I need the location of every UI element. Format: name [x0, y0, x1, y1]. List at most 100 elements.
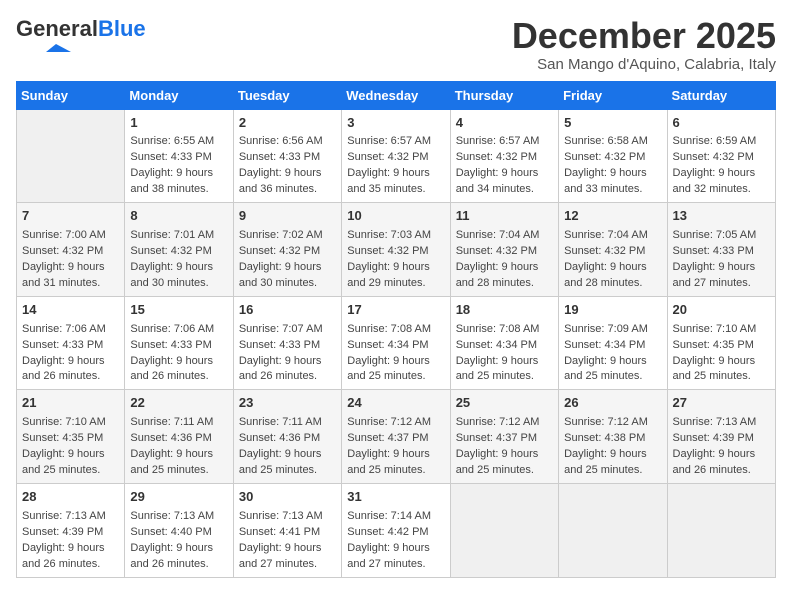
cell-info-line: Daylight: 9 hours — [239, 541, 336, 557]
day-number: 22 — [130, 394, 227, 413]
cell-info-line: and 25 minutes. — [130, 463, 227, 479]
cell-info-line: Sunset: 4:32 PM — [347, 244, 444, 260]
cell-info-line: Sunrise: 7:05 AM — [673, 228, 770, 244]
calendar-cell: 11Sunrise: 7:04 AMSunset: 4:32 PMDayligh… — [450, 203, 558, 297]
logo: General Blue — [16, 16, 146, 56]
cell-info-line: Sunrise: 7:14 AM — [347, 509, 444, 525]
cell-info-line: Sunrise: 7:06 AM — [130, 322, 227, 338]
cell-info-line: Sunset: 4:39 PM — [673, 431, 770, 447]
calendar-cell: 12Sunrise: 7:04 AMSunset: 4:32 PMDayligh… — [559, 203, 667, 297]
day-number: 31 — [347, 488, 444, 507]
cell-info-line: Daylight: 9 hours — [347, 166, 444, 182]
logo-blue: Blue — [98, 16, 146, 42]
calendar-cell — [17, 109, 125, 203]
calendar-cell: 2Sunrise: 6:56 AMSunset: 4:33 PMDaylight… — [233, 109, 341, 203]
cell-info-line: Sunset: 4:34 PM — [347, 338, 444, 354]
logo-general: General — [16, 16, 98, 42]
cell-info-line: Daylight: 9 hours — [673, 354, 770, 370]
cell-info-line: Sunrise: 7:12 AM — [564, 415, 661, 431]
calendar-week-3: 14 Sunrise: 7:06 AMSunset: 4:33 PM Dayligh… — [17, 296, 776, 390]
cell-info-line: Sunset: 4:36 PM — [239, 431, 336, 447]
day-number: 7 — [22, 207, 119, 226]
cell-info-line: Sunrise: 7:13 AM — [130, 509, 227, 525]
cell-info-line: Sunrise: 7:03 AM — [347, 228, 444, 244]
calendar-cell: 7Sunrise: 7:00 AMSunset: 4:32 PMDaylight… — [17, 203, 125, 297]
cell-info-line: and 31 minutes. — [22, 276, 119, 292]
cell-info-line: Sunrise: 7:12 AM — [347, 415, 444, 431]
cell-info-line: Sunset: 4:34 PM — [456, 338, 553, 354]
cell-info-line: and 33 minutes. — [564, 182, 661, 198]
location-subtitle: San Mango d'Aquino, Calabria, Italy — [512, 56, 776, 73]
cell-info-line: and 28 minutes. — [456, 276, 553, 292]
cell-info-line: Sunset: 4:33 PM — [239, 150, 336, 166]
calendar-week-4: 21Sunrise: 7:10 AMSunset: 4:35 PMDayligh… — [17, 390, 776, 484]
cell-info-line: Sunrise: 6:57 AM — [456, 134, 553, 150]
calendar-cell: 6Sunrise: 6:59 AMSunset: 4:32 PMDaylight… — [667, 109, 775, 203]
month-title: December 2025 — [512, 16, 776, 56]
calendar-cell: 19 Sunrise: 7:09 AMSunset: 4:34 PMDayligh… — [559, 296, 667, 390]
cell-info-line: and 25 minutes. — [22, 463, 119, 479]
calendar-cell: 10Sunrise: 7:03 AMSunset: 4:32 PMDayligh… — [342, 203, 450, 297]
calendar-cell: 5Sunrise: 6:58 AMSunset: 4:32 PMDaylight… — [559, 109, 667, 203]
cell-info-line: Sunset: 4:41 PM — [239, 525, 336, 541]
day-number: 3 — [347, 114, 444, 133]
day-number: 16 — [239, 301, 336, 320]
cell-info-line: Daylight: 9 hours — [347, 260, 444, 276]
day-number: 26 — [564, 394, 661, 413]
day-number: 15 — [130, 301, 227, 320]
weekday-row: SundayMondayTuesdayWednesdayThursdayFrid… — [17, 81, 776, 109]
cell-info-line: and 32 minutes. — [673, 182, 770, 198]
day-number: 1 — [130, 114, 227, 133]
weekday-header-saturday: Saturday — [667, 81, 775, 109]
day-number: 27 — [673, 394, 770, 413]
cell-info-line: and 25 minutes. — [456, 369, 553, 385]
cell-info-line: Daylight: 9 hours — [456, 354, 553, 370]
weekday-header-friday: Friday — [559, 81, 667, 109]
cell-info-line: Sunset: 4:32 PM — [456, 244, 553, 260]
cell-info-line: Sunrise: 7:07 AM — [239, 322, 336, 338]
cell-info-line: Daylight: 9 hours — [130, 166, 227, 182]
calendar-cell: 23Sunrise: 7:11 AMSunset: 4:36 PMDayligh… — [233, 390, 341, 484]
cell-info-line: Sunrise: 6:56 AM — [239, 134, 336, 150]
cell-info-line: Daylight: 9 hours — [456, 447, 553, 463]
cell-info-line: Daylight: 9 hours — [564, 354, 661, 370]
cell-info-line: Sunrise: 7:13 AM — [22, 509, 119, 525]
calendar-cell: 3Sunrise: 6:57 AMSunset: 4:32 PMDaylight… — [342, 109, 450, 203]
day-number: 14 — [22, 301, 119, 320]
cell-info-line: Daylight: 9 hours — [347, 447, 444, 463]
day-number: 19 — [564, 301, 661, 320]
cell-info-line: Sunset: 4:33 PM — [130, 338, 227, 354]
cell-info-line: and 25 minutes. — [239, 463, 336, 479]
cell-info-line: and 34 minutes. — [456, 182, 553, 198]
day-number: 29 — [130, 488, 227, 507]
cell-info-line: Daylight: 9 hours — [130, 260, 227, 276]
cell-info-line: and 27 minutes. — [673, 276, 770, 292]
cell-info-line: Sunset: 4:32 PM — [347, 150, 444, 166]
cell-info-line: Sunset: 4:42 PM — [347, 525, 444, 541]
cell-info-line: Sunset: 4:37 PM — [347, 431, 444, 447]
cell-info-line: Sunset: 4:35 PM — [22, 431, 119, 447]
cell-info-line: Sunset: 4:32 PM — [564, 244, 661, 260]
calendar-cell: 24Sunrise: 7:12 AMSunset: 4:37 PMDayligh… — [342, 390, 450, 484]
weekday-header-tuesday: Tuesday — [233, 81, 341, 109]
cell-info-line: Sunset: 4:34 PM — [564, 338, 661, 354]
weekday-header-wednesday: Wednesday — [342, 81, 450, 109]
cell-info-line: Sunset: 4:32 PM — [130, 244, 227, 260]
cell-info-line: Daylight: 9 hours — [239, 260, 336, 276]
cell-info-line: Daylight: 9 hours — [347, 354, 444, 370]
cell-info-line: Sunrise: 6:55 AM — [130, 134, 227, 150]
cell-info-line: Sunrise: 7:09 AM — [564, 322, 661, 338]
cell-info-line: Daylight: 9 hours — [456, 260, 553, 276]
cell-info-line: Sunset: 4:33 PM — [673, 244, 770, 260]
cell-info-line: Sunset: 4:35 PM — [673, 338, 770, 354]
day-number: 28 — [22, 488, 119, 507]
cell-info-line: Daylight: 9 hours — [456, 166, 553, 182]
calendar-table: SundayMondayTuesdayWednesdayThursdayFrid… — [16, 81, 776, 578]
cell-info-line: and 36 minutes. — [239, 182, 336, 198]
cell-info-line: Daylight: 9 hours — [673, 260, 770, 276]
day-number: 18 — [456, 301, 553, 320]
cell-info-line: Sunrise: 6:59 AM — [673, 134, 770, 150]
cell-info-line: Sunrise: 7:00 AM — [22, 228, 119, 244]
cell-info-line: and 26 minutes. — [130, 557, 227, 573]
weekday-header-thursday: Thursday — [450, 81, 558, 109]
